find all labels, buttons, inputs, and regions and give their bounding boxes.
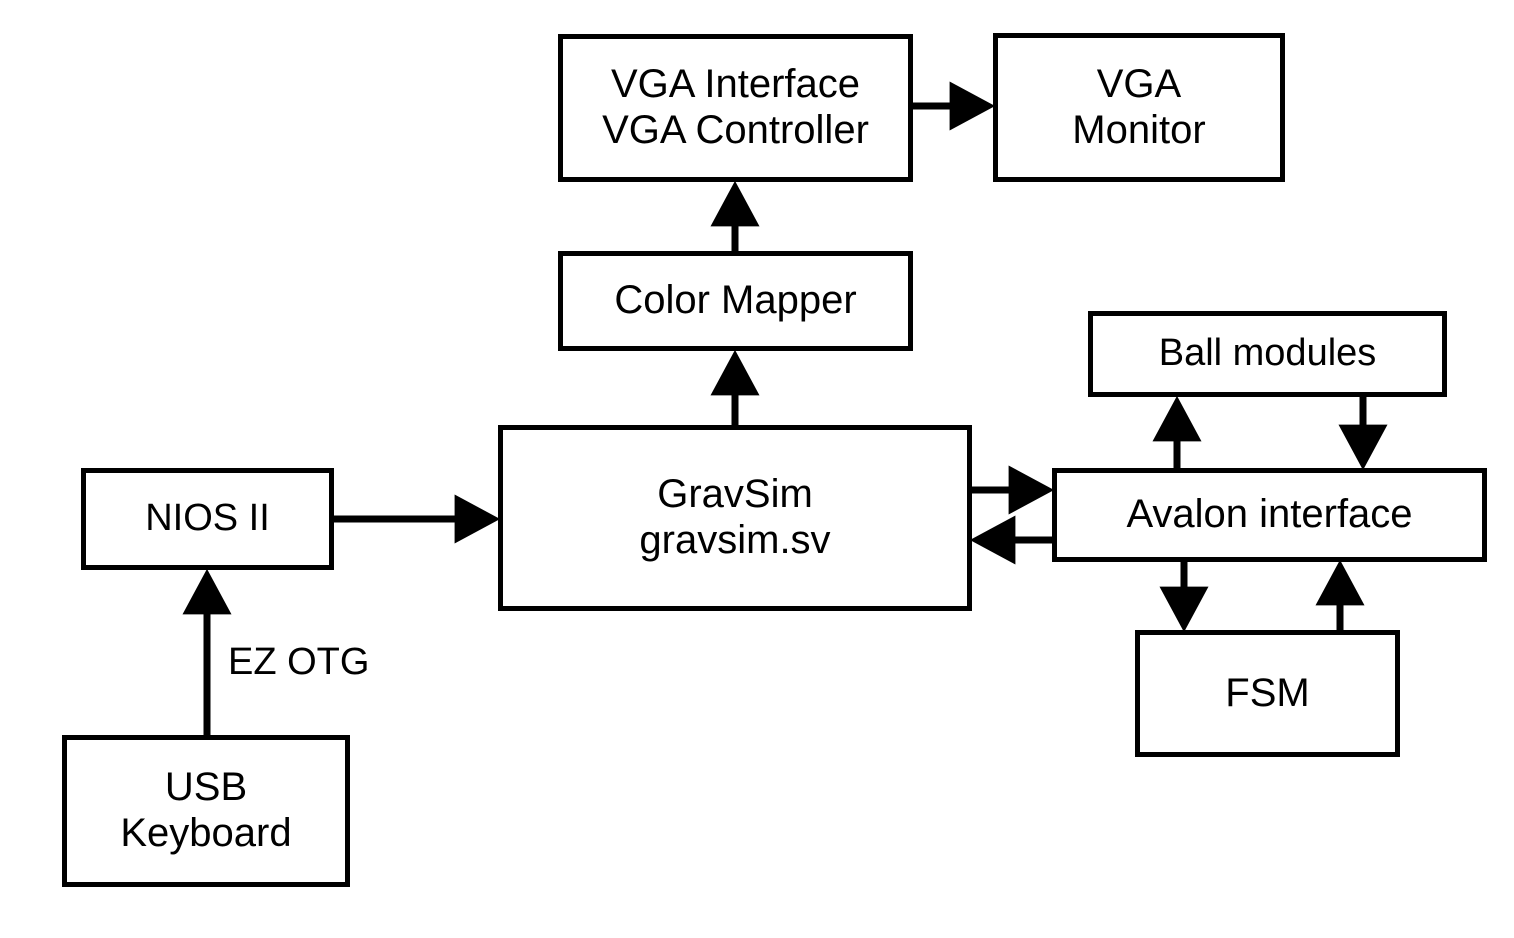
node-usb-keyboard-line1: USB (164, 765, 248, 810)
node-nios-ii-line1: NIOS II (145, 497, 270, 540)
node-gravsim[interactable]: GravSim gravsim.sv (498, 425, 972, 611)
edge-label-ez-otg: EZ OTG (228, 641, 370, 683)
node-vga-interface-line1: VGA Interface (610, 62, 861, 107)
node-fsm-line1: FSM (1225, 670, 1310, 715)
node-vga-monitor-line2: Monitor (1072, 107, 1206, 152)
node-color-mapper[interactable]: Color Mapper (558, 251, 913, 351)
node-vga-interface-line2: VGA Controller (602, 108, 869, 152)
node-avalon-interface-line1: Avalon interface (1126, 492, 1413, 537)
node-gravsim-line1: GravSim (657, 472, 813, 517)
node-vga-monitor[interactable]: VGA Monitor (993, 33, 1285, 182)
node-color-mapper-line1: Color Mapper (614, 278, 857, 323)
node-fsm[interactable]: FSM (1135, 630, 1400, 757)
block-diagram-canvas: VGA Interface VGA Controller VGA Monitor… (0, 0, 1514, 938)
node-vga-monitor-line1: VGA (1096, 61, 1182, 106)
node-usb-keyboard-line2: Keyboard (120, 811, 292, 855)
node-usb-keyboard[interactable]: USB Keyboard (62, 735, 350, 887)
node-avalon-interface[interactable]: Avalon interface (1052, 468, 1487, 562)
node-gravsim-line2: gravsim.sv (639, 518, 831, 562)
node-ball-modules-line1: Ball modules (1158, 332, 1377, 375)
node-ball-modules[interactable]: Ball modules (1088, 311, 1447, 397)
node-nios-ii[interactable]: NIOS II (81, 468, 334, 570)
node-vga-interface[interactable]: VGA Interface VGA Controller (558, 34, 913, 182)
